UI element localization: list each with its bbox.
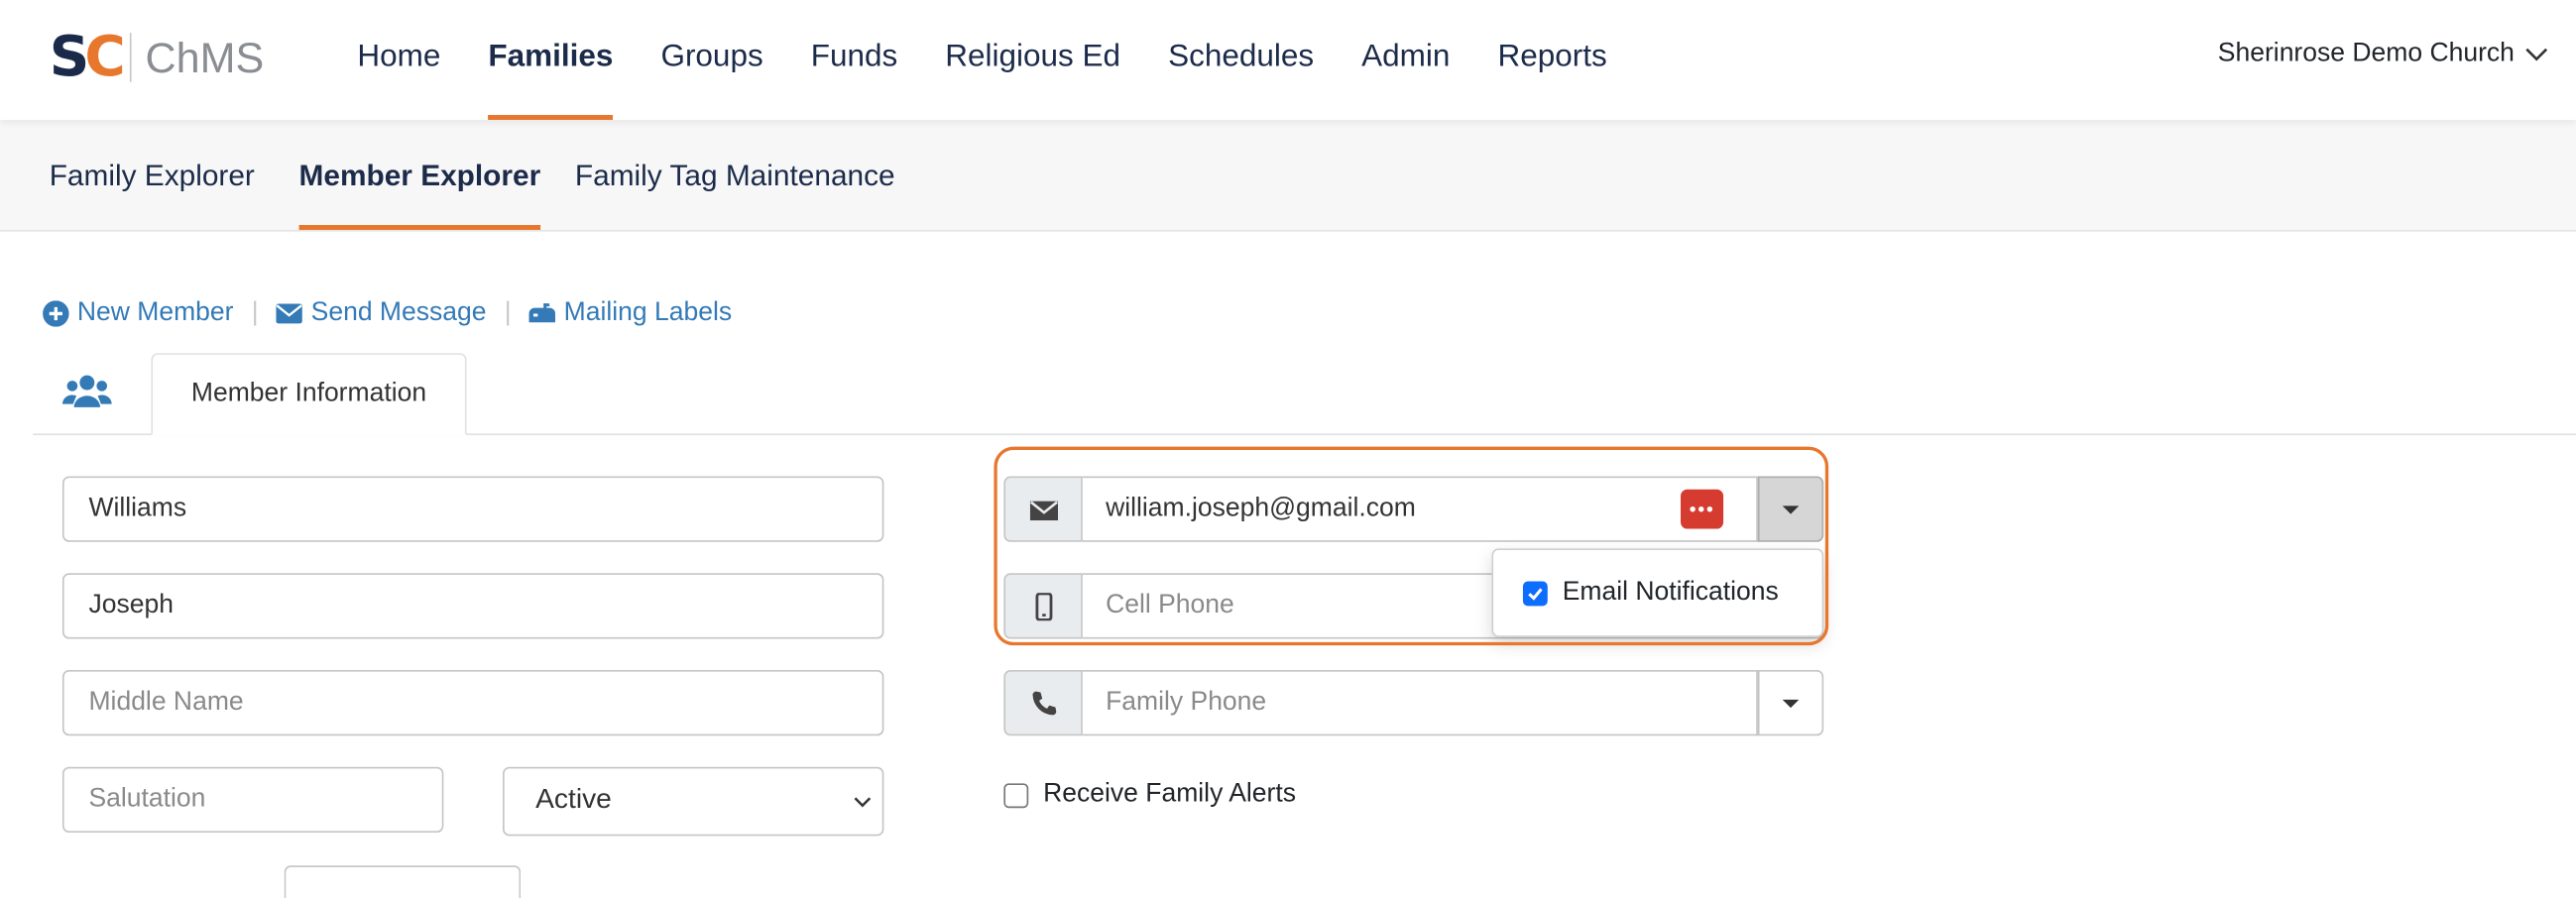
partial-input[interactable]: [284, 865, 522, 898]
subnav-family-tag-maintenance[interactable]: Family Tag Maintenance: [575, 120, 895, 228]
receive-family-alerts-label[interactable]: Receive Family Alerts: [1043, 780, 1296, 810]
main-nav: Home Families Groups Funds Religious Ed …: [333, 0, 1630, 120]
logo-mark: SC: [49, 24, 126, 91]
church-selector[interactable]: Sherinrose Demo Church: [2218, 40, 2547, 69]
mailbox-icon: [528, 303, 556, 323]
email-notifications-label[interactable]: Email Notifications: [1563, 578, 1779, 608]
middle-name-input[interactable]: Middle Name: [61, 670, 884, 736]
subnav-family-explorer[interactable]: Family Explorer: [50, 120, 255, 228]
mobile-icon: [1034, 592, 1052, 620]
separator: |: [251, 298, 259, 327]
chevron-down-icon: [2524, 48, 2547, 61]
nav-funds[interactable]: Funds: [787, 0, 922, 120]
envelope-icon: [1029, 500, 1058, 520]
chevron-down-icon: [854, 797, 872, 808]
check-icon: [1528, 587, 1543, 600]
action-links: New Member | Send Message | Mailing Labe…: [43, 299, 732, 329]
email-options-button[interactable]: [1757, 476, 1824, 542]
status-select[interactable]: Active: [503, 766, 884, 837]
nav-schedules[interactable]: Schedules: [1144, 0, 1338, 120]
email-input[interactable]: william.joseph@gmail.com: [1082, 476, 1758, 542]
sub-navbar: Family Explorer Member Explorer Family T…: [0, 119, 2576, 232]
send-message-link[interactable]: Send Message: [276, 298, 487, 329]
family-phone-input[interactable]: Family Phone: [1082, 670, 1758, 736]
email-addon: [1003, 476, 1083, 542]
plus-circle-icon: [43, 300, 69, 327]
email-options-menu: Email Notifications: [1491, 548, 1824, 637]
nav-reports[interactable]: Reports: [1473, 0, 1630, 120]
tab-member-information[interactable]: Member Information: [151, 353, 467, 436]
nav-home[interactable]: Home: [333, 0, 464, 120]
cell-phone-addon: [1003, 573, 1083, 639]
nav-groups[interactable]: Groups: [637, 0, 786, 120]
logo-text: ChMS: [145, 33, 265, 82]
receive-family-alerts: Receive Family Alerts: [1003, 780, 1296, 810]
receive-family-alerts-checkbox[interactable]: [1003, 782, 1029, 808]
status-selected-value: Active: [535, 783, 612, 815]
family-phone-options-button[interactable]: [1757, 670, 1824, 736]
top-navbar: SC ChMS Home Families Groups Funds Relig…: [0, 0, 2576, 120]
caret-down-icon: [1782, 505, 1800, 513]
family-phone-addon: [1003, 670, 1083, 736]
email-notifications-checkbox[interactable]: [1522, 580, 1548, 606]
nav-religious-ed[interactable]: Religious Ed: [921, 0, 1144, 120]
password-manager-icon[interactable]: •••: [1680, 489, 1724, 529]
mailing-labels-link[interactable]: Mailing Labels: [528, 298, 733, 329]
new-member-link[interactable]: New Member: [43, 298, 234, 329]
envelope-icon: [276, 303, 303, 324]
app-logo[interactable]: SC ChMS: [50, 30, 265, 85]
tab-family[interactable]: [61, 371, 112, 413]
send-message-label: Send Message: [310, 298, 487, 327]
salutation-input[interactable]: Salutation: [61, 766, 444, 834]
nav-admin[interactable]: Admin: [1338, 0, 1473, 120]
users-icon: [61, 375, 112, 407]
first-name-input[interactable]: Joseph: [61, 573, 884, 639]
caret-down-icon: [1782, 699, 1800, 708]
subnav-member-explorer[interactable]: Member Explorer: [298, 120, 541, 230]
last-name-input[interactable]: Williams: [61, 476, 884, 542]
church-name: Sherinrose Demo Church: [2217, 39, 2515, 67]
phone-icon: [1031, 690, 1056, 715]
mailing-labels-label: Mailing Labels: [563, 298, 733, 327]
separator: |: [504, 298, 512, 327]
new-member-label: New Member: [76, 298, 234, 327]
logo-divider: [130, 33, 133, 82]
nav-families[interactable]: Families: [464, 0, 637, 120]
